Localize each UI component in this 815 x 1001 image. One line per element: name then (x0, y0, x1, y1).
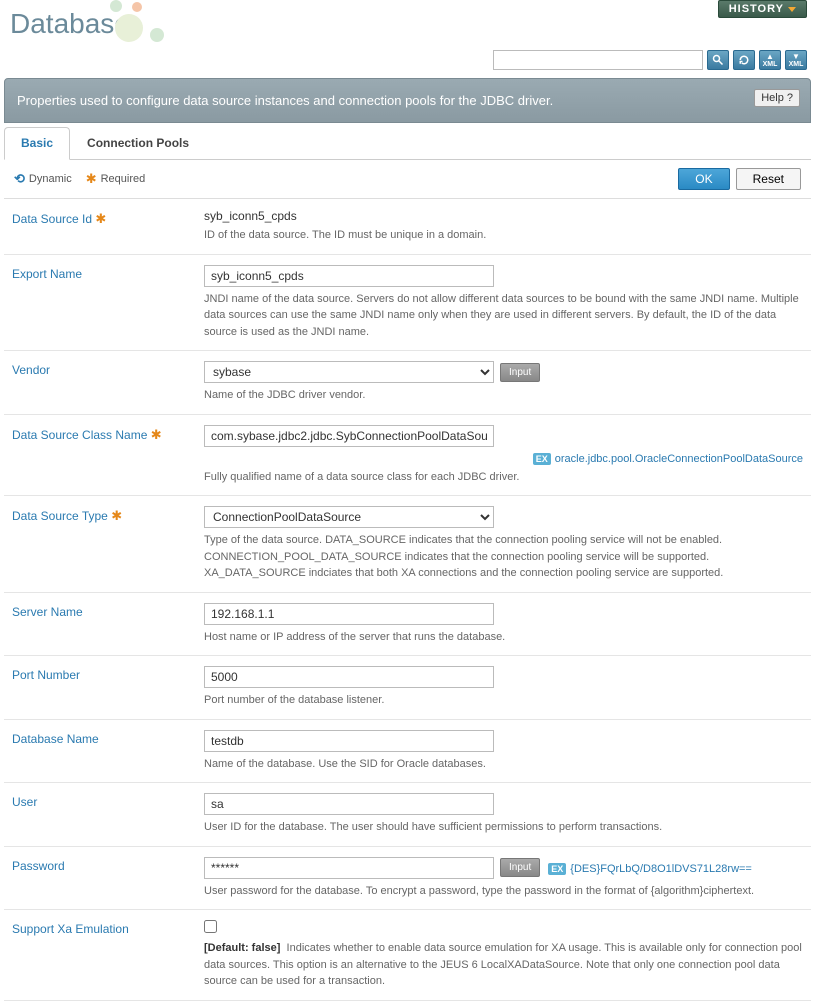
input-export-name[interactable] (204, 265, 494, 287)
value-data-source-id: syb_iconn5_cpds (204, 209, 803, 223)
help-ds-type: Type of the data source. DATA_SOURCE ind… (204, 532, 803, 582)
xml-download-button[interactable]: ▼XML (785, 50, 807, 70)
refresh-icon (738, 54, 750, 66)
refresh-button[interactable] (733, 50, 755, 70)
input-class-name[interactable] (204, 425, 494, 447)
help-server-name: Host name or IP address of the server th… (204, 629, 803, 646)
tab-connection-pools[interactable]: Connection Pools (70, 127, 206, 159)
password-input-button[interactable]: Input (500, 858, 540, 877)
label-port: Port Number (4, 666, 204, 709)
label-data-source-id: Data Source Id ✱ (4, 209, 204, 244)
help-user: User ID for the database. The user shoul… (204, 819, 803, 836)
label-db-name: Database Name (4, 730, 204, 773)
label-vendor: Vendor (4, 361, 204, 404)
help-button[interactable]: Help ? (754, 89, 800, 107)
input-db-name[interactable] (204, 730, 494, 752)
label-export-name: Export Name (4, 265, 204, 341)
input-server-name[interactable] (204, 603, 494, 625)
checkbox-xa[interactable] (204, 920, 217, 933)
label-ds-type: Data Source Type ✱ (4, 506, 204, 582)
label-server-name: Server Name (4, 603, 204, 646)
select-ds-type[interactable]: ConnectionPoolDataSource (204, 506, 494, 528)
xml-upload-button[interactable]: ▲XML (759, 50, 781, 70)
help-data-source-id: ID of the data source. The ID must be un… (204, 227, 803, 244)
xml-upload-icon: ▲XML (763, 53, 778, 68)
help-vendor: Name of the JDBC driver vendor. (204, 387, 803, 404)
label-user: User (4, 793, 204, 836)
help-export-name: JNDI name of the data source. Servers do… (204, 291, 803, 341)
input-user[interactable] (204, 793, 494, 815)
help-class-name: Fully qualified name of a data source cl… (204, 469, 803, 486)
legend-dynamic: ⟲Dynamic (14, 171, 72, 187)
history-button[interactable]: HISTORY (718, 0, 807, 18)
history-label: HISTORY (729, 3, 784, 15)
dynamic-icon: ⟲ (14, 171, 25, 187)
required-icon: ✱ (86, 171, 97, 187)
select-vendor[interactable]: sybase (204, 361, 494, 383)
chevron-down-icon (788, 7, 796, 12)
search-icon (712, 54, 724, 66)
example-class-name: EXoracle.jdbc.pool.OracleConnectionPoolD… (204, 451, 803, 465)
help-password: User password for the database. To encry… (204, 883, 803, 900)
help-db-name: Name of the database. Use the SID for Or… (204, 756, 803, 773)
tab-basic[interactable]: Basic (4, 127, 70, 160)
help-xa: [Default: false] Indicates whether to en… (204, 940, 803, 990)
description-bar: Properties used to configure data source… (4, 78, 811, 123)
input-password[interactable] (204, 857, 494, 879)
legend-required: ✱Required (86, 171, 146, 187)
example-password: EX{DES}FQrLbQ/D8O1lDVS71L28rw== (548, 861, 752, 875)
label-class-name: Data Source Class Name ✱ (4, 425, 204, 486)
label-xa: Support Xa Emulation (4, 920, 204, 990)
vendor-input-button[interactable]: Input (500, 363, 540, 382)
help-port: Port number of the database listener. (204, 692, 803, 709)
label-password: Password (4, 857, 204, 900)
xml-download-icon: ▼XML (789, 53, 804, 68)
ok-button[interactable]: OK (678, 168, 729, 190)
input-port[interactable] (204, 666, 494, 688)
reset-button[interactable]: Reset (736, 168, 801, 190)
search-button[interactable] (707, 50, 729, 70)
search-input[interactable] (493, 50, 703, 70)
